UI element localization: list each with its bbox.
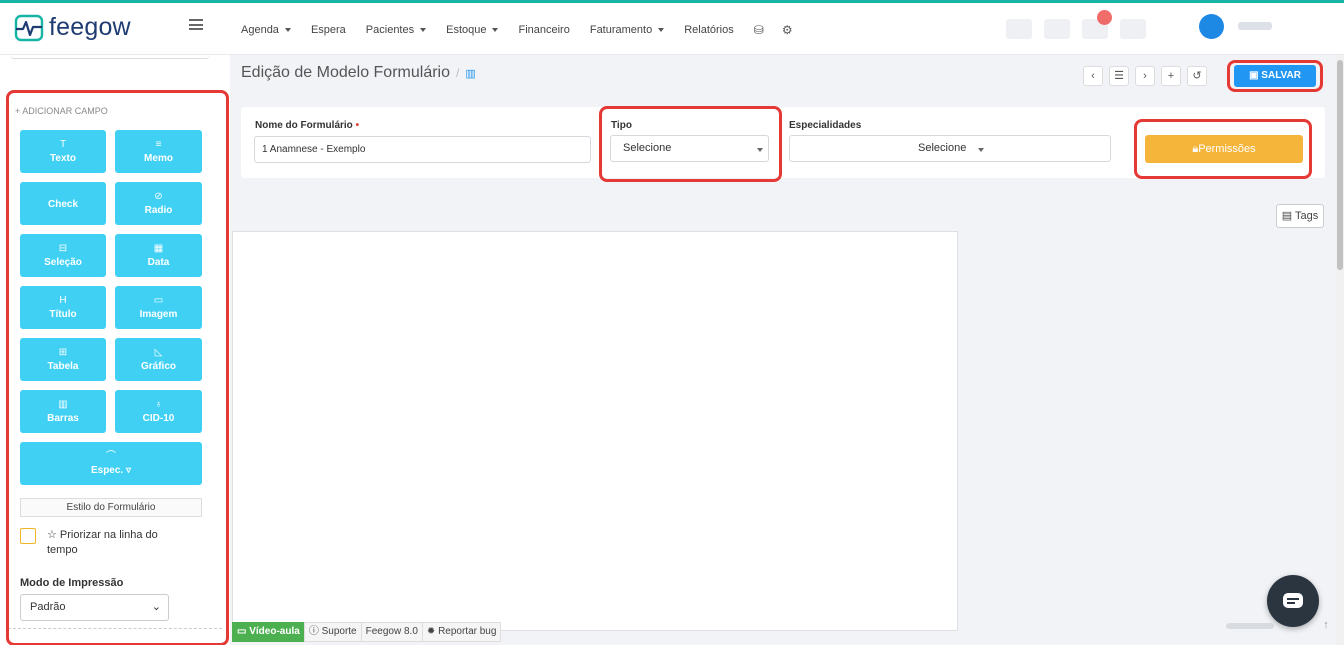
chat-icon bbox=[1283, 593, 1303, 608]
highlight-type bbox=[599, 106, 782, 182]
menu-item-pacientes[interactable]: Pacientes bbox=[366, 24, 427, 36]
avatar[interactable] bbox=[1199, 14, 1224, 39]
footer-blurred-text bbox=[1226, 623, 1274, 629]
tags-button[interactable]: ▤ Tags bbox=[1276, 204, 1324, 228]
chevron-down-icon bbox=[420, 28, 427, 33]
menu-item-faturamento[interactable]: Faturamento bbox=[590, 24, 665, 36]
chevron-down-icon bbox=[492, 28, 499, 33]
list-icon[interactable]: ☰ bbox=[1109, 66, 1129, 86]
scroll-up-icon[interactable]: ↑ bbox=[1316, 619, 1336, 637]
nav-action-2[interactable] bbox=[1044, 19, 1070, 39]
hamburger-menu-icon[interactable] bbox=[189, 19, 203, 30]
required-mark: • bbox=[355, 120, 360, 131]
menu-item-relatorios[interactable]: Relatórios bbox=[684, 24, 734, 36]
footer-bar: ▭ Vídeo-aula ⓘ Suporte Feegow 8.0 ✹ Repo… bbox=[232, 622, 502, 642]
brand-logo[interactable]: feegow bbox=[14, 13, 131, 42]
notification-badge bbox=[1097, 10, 1112, 25]
menu-item-financeiro[interactable]: Financeiro bbox=[518, 24, 569, 36]
nav-action-4[interactable] bbox=[1120, 19, 1146, 39]
page-title: Edição de Modelo Formulário / ▥ bbox=[241, 64, 476, 81]
nav-action-1[interactable] bbox=[1006, 19, 1032, 39]
tags-icon: ▤ bbox=[1281, 210, 1295, 222]
form-name-input[interactable]: 1 Anamnese - Exemplo bbox=[254, 136, 591, 163]
chevron-down-icon bbox=[284, 28, 291, 33]
menu-item-estoque[interactable]: Estoque bbox=[446, 24, 499, 36]
form-canvas[interactable] bbox=[232, 231, 958, 631]
gear-icon[interactable]: ⚙ bbox=[782, 23, 793, 37]
specialties-label: Especialidades bbox=[789, 120, 862, 131]
scrollbar-thumb[interactable] bbox=[1337, 60, 1343, 270]
highlight-sidebar bbox=[6, 90, 229, 645]
support-button[interactable]: ⓘ Suporte bbox=[303, 622, 362, 642]
bar-chart-icon[interactable]: ▥ bbox=[465, 68, 475, 80]
add-icon[interactable]: + bbox=[1161, 66, 1181, 86]
heartbeat-logo-icon bbox=[14, 14, 44, 41]
highlight-permissions bbox=[1134, 119, 1312, 179]
video-lesson-button[interactable]: ▭ Vídeo-aula bbox=[232, 622, 305, 642]
top-navbar: feegow Agenda Espera Pacientes Estoque F… bbox=[0, 3, 1344, 55]
bug-icon: ✹ bbox=[426, 626, 439, 637]
history-icon[interactable]: ↺ bbox=[1187, 66, 1207, 86]
brand-name: feegow bbox=[49, 13, 131, 41]
toolbar: ‹ ☰ › + ↺ bbox=[1083, 66, 1213, 86]
menu-item-espera[interactable]: Espera bbox=[311, 24, 346, 36]
video-icon: ▭ bbox=[237, 626, 250, 637]
menu-item-agenda[interactable]: Agenda bbox=[241, 24, 291, 36]
notifications-button[interactable] bbox=[1082, 10, 1112, 39]
next-icon[interactable]: › bbox=[1135, 66, 1155, 86]
navbar-actions bbox=[1006, 10, 1158, 39]
prev-icon[interactable]: ‹ bbox=[1083, 66, 1103, 86]
chevron-down-icon bbox=[658, 28, 665, 33]
user-name-blurred[interactable] bbox=[1238, 22, 1272, 30]
database-icon[interactable]: ⛁ bbox=[754, 23, 764, 37]
chevron-down-icon bbox=[978, 148, 984, 152]
main-menu: Agenda Espera Pacientes Estoque Financei… bbox=[241, 23, 811, 37]
sidebar-divider bbox=[10, 55, 210, 59]
specialties-select[interactable]: Selecione bbox=[789, 135, 1111, 162]
highlight-save bbox=[1227, 60, 1323, 92]
form-name-label: Nome do Formulário • bbox=[255, 120, 360, 131]
chat-button[interactable] bbox=[1267, 575, 1319, 627]
report-bug-button[interactable]: ✹ Reportar bug bbox=[421, 622, 502, 642]
version-label: Feegow 8.0 bbox=[360, 622, 423, 642]
breadcrumb-separator: / bbox=[456, 66, 460, 80]
help-icon: ⓘ bbox=[308, 626, 322, 637]
